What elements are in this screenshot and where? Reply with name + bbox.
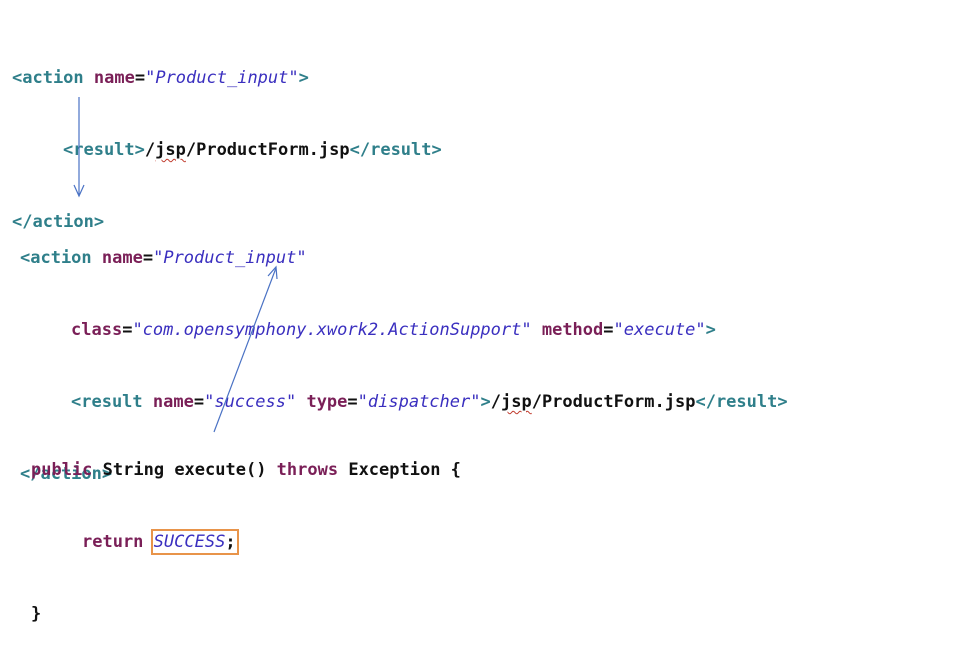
- code-block-java-method: public String execute() throws Exception…: [31, 410, 461, 650]
- code-line: class="com.opensymphony.xwork2.ActionSup…: [20, 318, 788, 342]
- type-string: String: [92, 460, 175, 480]
- attr-class: class: [71, 320, 123, 340]
- attr-value-success: "success": [204, 392, 297, 412]
- tag-close-bracket: >: [705, 320, 716, 340]
- code-line: return SUCCESS;: [31, 529, 461, 555]
- attr-name: name: [142, 392, 194, 412]
- equals-sign: =: [142, 248, 154, 268]
- closing-brace: }: [31, 604, 42, 624]
- exception-clause: Exception {: [338, 460, 461, 480]
- equals-sign: =: [193, 392, 205, 412]
- semicolon: ;: [225, 532, 236, 552]
- tag-close-bracket: >: [298, 68, 309, 88]
- code-line: <result>/jsp/ProductForm.jsp</result>: [12, 138, 442, 162]
- attr-type: type: [296, 392, 348, 412]
- equals-sign: =: [603, 320, 614, 340]
- method-execute: execute(): [174, 460, 277, 480]
- attr-name: name: [91, 248, 143, 268]
- constant-success: SUCCESS: [153, 532, 226, 552]
- attr-value-class: "com.opensymphony.xwork2.ActionSupport": [132, 320, 532, 340]
- code-line: <action name="Product_input": [20, 246, 788, 270]
- attr-name: name: [83, 68, 135, 88]
- equals-sign: =: [122, 320, 133, 340]
- code-line: <action name="Product_input">: [12, 66, 442, 90]
- keyword-public: public: [31, 460, 93, 480]
- success-highlight-box: SUCCESS;: [150, 529, 239, 555]
- path-jsp: jsp: [500, 392, 532, 412]
- tag-open-result: <result: [71, 392, 143, 412]
- equals-sign: =: [347, 392, 358, 412]
- code-line: }: [31, 602, 461, 626]
- attr-method: method: [531, 320, 604, 340]
- path-suffix: /ProductForm.jsp: [531, 392, 696, 412]
- tag-close-bracket: >: [480, 392, 491, 412]
- code-line: public String execute() throws Exception…: [31, 458, 461, 482]
- equals-sign: =: [134, 68, 146, 88]
- keyword-return: return: [82, 532, 144, 552]
- path-jsp: jsp: [155, 140, 186, 160]
- path-prefix: /: [490, 392, 501, 412]
- attr-value-dispatcher: "dispatcher": [357, 392, 481, 412]
- attr-value-product-input: "Product_input": [153, 248, 307, 268]
- tag-close-result: </result>: [349, 140, 442, 160]
- tag-close-result: </result>: [695, 392, 788, 412]
- keyword-throws: throws: [276, 460, 339, 480]
- attr-value-method: "execute": [613, 320, 706, 340]
- tag-open-result: <result>: [63, 140, 145, 160]
- attr-value-product-input: "Product_input": [145, 68, 299, 88]
- path-suffix: /ProductForm.jsp: [185, 140, 350, 160]
- path-prefix: /: [144, 140, 156, 160]
- tag-open-action: <action: [12, 68, 84, 88]
- tag-open-action: <action: [20, 248, 92, 268]
